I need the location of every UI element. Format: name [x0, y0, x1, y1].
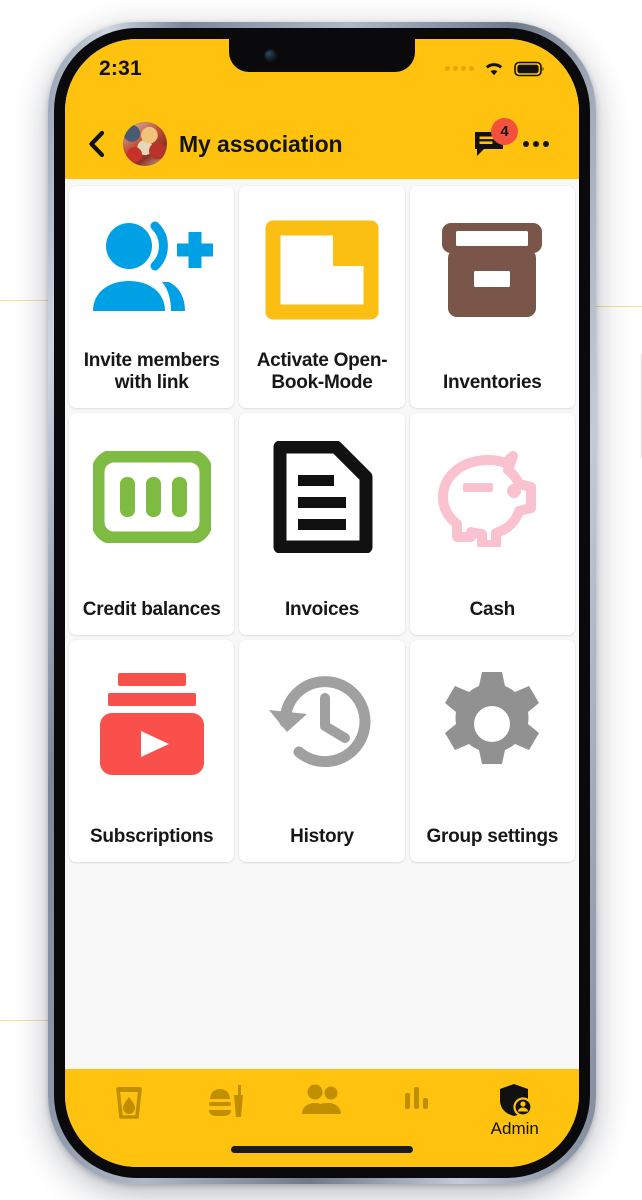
- tile-label: Invite members with link: [83, 349, 220, 393]
- app-header: My association 4: [65, 109, 579, 179]
- guide-line: [588, 306, 642, 307]
- open-folder-icon: [261, 202, 383, 338]
- bottom-navigation: Admin: [65, 1069, 579, 1167]
- chat-button[interactable]: 4: [473, 118, 518, 161]
- main-content: Invite members with link Activate Open-B…: [65, 179, 579, 1069]
- drink-glass-icon: [116, 1087, 142, 1119]
- tile-label: Cash: [469, 598, 516, 620]
- tile-invoices[interactable]: Invoices: [239, 413, 405, 635]
- tile-inventories[interactable]: Inventories: [409, 186, 575, 408]
- tile-credit-balances[interactable]: Credit balances: [69, 413, 235, 635]
- tile-label: Group settings: [426, 825, 559, 847]
- nav-item-admin[interactable]: Admin: [479, 1083, 551, 1139]
- phone-screen: 2:31 My association 4 Invite members wit…: [65, 39, 579, 1167]
- person-add-icon: [87, 202, 217, 338]
- clock-rotate-left-icon: [263, 656, 381, 792]
- avatar[interactable]: [123, 122, 167, 166]
- more-options-button[interactable]: [519, 127, 553, 161]
- signal-dots-icon: [445, 66, 474, 71]
- nav-label: Admin: [490, 1119, 539, 1138]
- tile-history[interactable]: History: [239, 640, 405, 862]
- tile-label: Credit balances: [82, 598, 221, 620]
- phone-bezel: 2:31 My association 4 Invite members wit…: [54, 28, 590, 1178]
- tile-label: Activate Open-Book-Mode: [256, 349, 388, 393]
- action-grid: Invite members with link Activate Open-B…: [65, 183, 579, 865]
- tile-group-settings[interactable]: Group settings: [409, 640, 575, 862]
- gear-icon: [436, 656, 548, 792]
- wifi-icon: [485, 63, 503, 76]
- status-indicators: [445, 57, 545, 77]
- nav-item-people[interactable]: [286, 1083, 358, 1119]
- more-options-icon: [523, 141, 529, 147]
- bar-chart-icon: [405, 1087, 429, 1109]
- fast-food-icon: [208, 1085, 243, 1117]
- shield-person-icon: [499, 1084, 532, 1117]
- chat-badge: 4: [491, 118, 518, 145]
- tile-subscriptions[interactable]: Subscriptions: [69, 640, 235, 862]
- tile-label: Inventories: [443, 371, 542, 393]
- tile-label: History: [290, 825, 354, 847]
- phone-frame: 2:31 My association 4 Invite members wit…: [48, 22, 596, 1184]
- device-notch: [229, 39, 415, 72]
- piggy-bank-icon: [431, 429, 553, 565]
- people-icon: [301, 1084, 341, 1114]
- front-camera-icon: [265, 50, 276, 61]
- status-bar: 2:31: [65, 39, 579, 109]
- nav-item-drinks[interactable]: [93, 1083, 165, 1125]
- home-indicator[interactable]: [231, 1146, 413, 1153]
- chevron-left-icon: [89, 130, 105, 158]
- subscriptions-play-icon: [94, 656, 210, 792]
- nav-item-stats[interactable]: [382, 1083, 454, 1117]
- tile-invite-members[interactable]: Invite members with link: [69, 186, 235, 408]
- canvas: 2:31 My association 4 Invite members wit…: [0, 0, 642, 1200]
- page-title: My association: [179, 130, 343, 157]
- tile-cash[interactable]: Cash: [409, 413, 575, 635]
- tile-label: Subscriptions: [89, 825, 214, 847]
- nav-item-food[interactable]: [190, 1083, 262, 1125]
- document-lines-icon: [270, 429, 374, 565]
- banknote-100-icon: [92, 429, 211, 565]
- status-clock: 2:31: [99, 57, 142, 80]
- battery-full-icon: [514, 61, 544, 76]
- back-button[interactable]: [81, 129, 111, 159]
- archive-box-icon: [436, 202, 548, 338]
- tile-open-book-mode[interactable]: Activate Open-Book-Mode: [239, 186, 405, 408]
- tile-label: Invoices: [284, 598, 360, 620]
